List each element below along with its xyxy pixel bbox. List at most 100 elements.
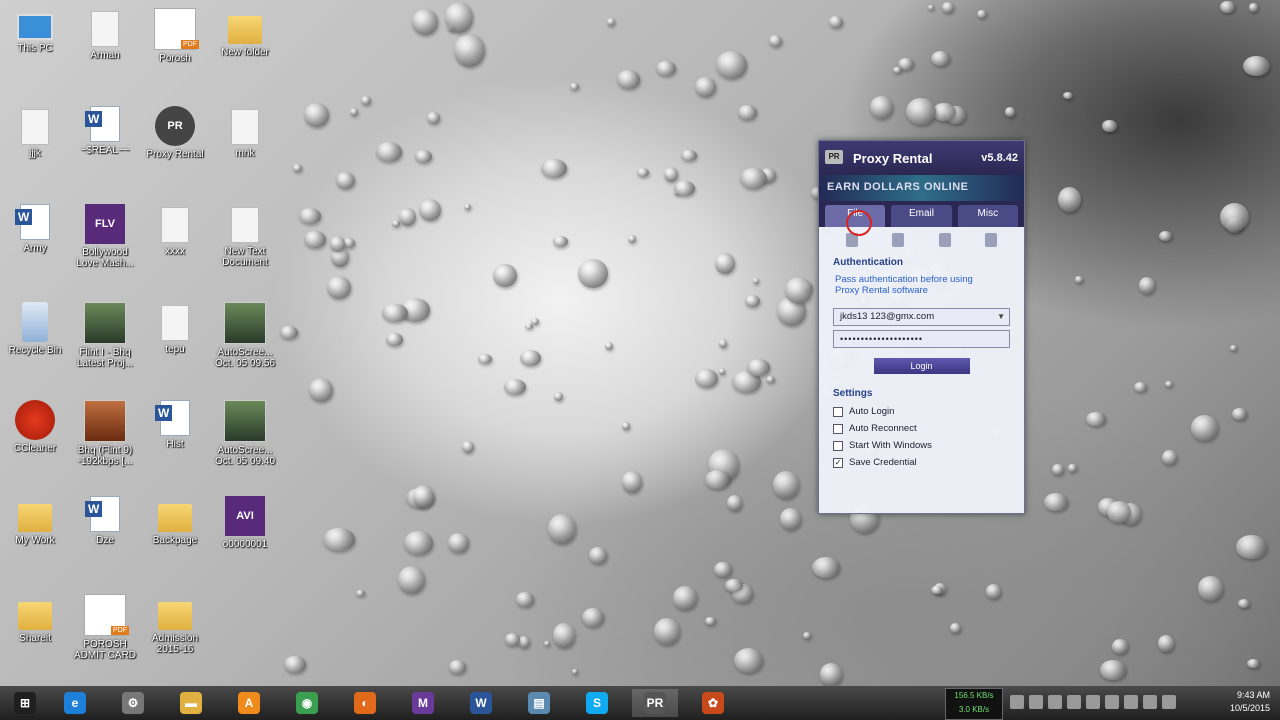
setting-checkbox-row[interactable]: Auto Reconnect — [819, 420, 1024, 437]
taskbar-video-converter[interactable]: M — [400, 689, 446, 717]
water-drop — [1236, 535, 1267, 560]
proxy-rental-window[interactable]: PR Proxy Rental v5.8.42 EARN DOLLARS ONL… — [818, 140, 1025, 514]
water-drop — [1165, 380, 1174, 388]
clock[interactable]: 9:43 AM 10/5/2015 — [1230, 689, 1270, 715]
desktop-icon[interactable]: AutoScree... Oct. 05 09.40 — [205, 400, 285, 467]
desktop-icon[interactable]: Backpage — [135, 496, 215, 546]
username-combobox[interactable]: jkds13 123@gmx.com ▼ — [833, 308, 1010, 326]
start-button-icon: ⊞ — [14, 692, 36, 714]
desktop-icon[interactable]: POROSH ADMIT CARD — [65, 594, 145, 661]
desktop-icon[interactable]: Porosh — [135, 8, 215, 64]
tab-email[interactable]: Email — [891, 205, 952, 227]
tray-flag-icon[interactable] — [1086, 695, 1100, 709]
tray-network-icon[interactable] — [1124, 695, 1138, 709]
water-drop — [1086, 411, 1107, 426]
water-drop — [448, 660, 467, 675]
clock-date: 10/5/2015 — [1229, 703, 1270, 713]
desktop-icon[interactable]: ~$REAL~~ — [65, 106, 145, 156]
tray-keyboard-icon[interactable] — [1162, 695, 1176, 709]
water-drop — [360, 96, 371, 105]
water-drop — [705, 616, 716, 625]
desktop-icon[interactable]: xxxx — [135, 204, 215, 257]
desktop-icon[interactable]: New folder — [205, 8, 285, 58]
desktop-icon[interactable]: Arman — [65, 8, 145, 61]
desktop-icon-label: AutoScree... Oct. 05 09.40 — [214, 445, 276, 467]
desktop-icon[interactable]: Bhq (Flint 9) -192kbps [... — [65, 400, 145, 467]
desktop-icon[interactable]: mnk — [205, 106, 285, 159]
taskbar-file-explorer[interactable]: ▬ — [168, 689, 214, 717]
taskbar-proxy-rental[interactable]: PR — [632, 689, 678, 717]
water-drop — [672, 585, 698, 611]
desktop-icon[interactable]: Admission 2015-16 — [135, 594, 215, 655]
water-drop — [1106, 500, 1131, 523]
tray-up-arrow-icon[interactable] — [1010, 695, 1024, 709]
window-title-bar[interactable]: PR Proxy Rental v5.8.42 — [819, 141, 1024, 175]
desktop-icon[interactable]: Hist — [135, 400, 215, 450]
setting-checkbox-row[interactable]: Auto Login — [819, 403, 1024, 420]
desktop-icon[interactable]: Army — [0, 204, 75, 254]
water-drop — [738, 104, 757, 121]
water-drop — [553, 236, 568, 248]
desktop-icon[interactable]: CCleaner — [0, 400, 75, 454]
setting-checkbox-row[interactable]: ✓ Save Credential — [819, 454, 1024, 471]
water-drop — [520, 349, 542, 367]
taskbar-app-tools[interactable]: ⚙ — [110, 689, 156, 717]
water-drop — [283, 655, 306, 674]
desktop-icon[interactable]: This PC — [0, 8, 75, 54]
desktop-icon[interactable]: My Work — [0, 496, 75, 546]
taskbar-firefox[interactable]: ◐ — [342, 689, 388, 717]
taskbar-start-button[interactable]: ⊞ — [2, 689, 48, 717]
tray-app-icon[interactable] — [1029, 695, 1043, 709]
checkbox[interactable]: ✓ — [833, 457, 843, 468]
water-drop — [897, 57, 915, 71]
login-button[interactable]: Login — [873, 358, 970, 374]
desktop-icon[interactable]: Flint I - Bhq Latest Proj... — [65, 302, 145, 369]
checkbox[interactable] — [833, 440, 843, 451]
taskbar-avast[interactable]: A — [226, 689, 272, 717]
app-tools-icon: ⚙ — [122, 692, 144, 714]
setting-label: Auto Login — [849, 406, 895, 417]
tray-volume-icon[interactable] — [1143, 695, 1157, 709]
taskbar-network-app[interactable]: ▤ — [516, 689, 562, 717]
taskbar-word[interactable]: W — [458, 689, 504, 717]
desktop-icon-label: jjjk — [29, 148, 41, 159]
water-drop — [1074, 276, 1083, 283]
taskbar-skype[interactable]: S — [574, 689, 620, 717]
toolbar-icon-3[interactable] — [938, 233, 951, 247]
desktop-icon[interactable]: AutoScree... Oct. 05 09.56 — [205, 302, 285, 369]
tab-misc[interactable]: Misc — [957, 205, 1018, 227]
desktop-icon[interactable]: Shareit — [0, 594, 75, 644]
water-drop — [1111, 639, 1129, 654]
taskbar-internet-explorer[interactable]: e — [52, 689, 98, 717]
setting-label: Auto Reconnect — [849, 423, 917, 434]
toolbar-icon-4[interactable] — [984, 233, 997, 247]
desktop-icon[interactable]: Recycle Bin — [0, 302, 75, 356]
toolbar-icon-2[interactable] — [892, 233, 905, 247]
setting-checkbox-row[interactable]: Start With Windows — [819, 437, 1024, 454]
water-drop — [525, 323, 534, 330]
checkbox[interactable] — [833, 423, 843, 434]
chrome-icon: ◉ — [296, 692, 318, 714]
taskbar-media-player[interactable]: ✿ — [690, 689, 736, 717]
water-drop — [772, 470, 800, 500]
tray-pdf-icon[interactable] — [1048, 695, 1062, 709]
checkbox[interactable] — [833, 406, 843, 417]
tray-shield-icon[interactable] — [1067, 695, 1081, 709]
skype-icon: S — [586, 692, 608, 714]
desktop-icon[interactable]: PR Proxy Rental — [135, 106, 215, 160]
desktop-icon[interactable]: AVI o0000001 — [205, 496, 285, 550]
clock-time: 9:43 AM — [1236, 690, 1270, 700]
tray-power-icon[interactable] — [1105, 695, 1119, 709]
water-drop — [725, 578, 743, 592]
desktop-icon[interactable]: tepu — [135, 302, 215, 355]
chevron-down-icon[interactable]: ▼ — [997, 309, 1005, 325]
desktop-icon[interactable]: FLV Bollywood Love Mash... — [65, 204, 145, 269]
desktop-icon[interactable]: jjjk — [0, 106, 75, 159]
water-drop — [327, 276, 351, 299]
water-drop — [1197, 576, 1223, 601]
desktop-icon[interactable]: Dze — [65, 496, 145, 546]
taskbar-chrome[interactable]: ◉ — [284, 689, 330, 717]
desktop-icon-label: This PC — [17, 43, 53, 54]
desktop-icon[interactable]: New Text Document — [205, 204, 285, 268]
password-field[interactable]: •••••••••••••••••••• — [833, 330, 1010, 348]
